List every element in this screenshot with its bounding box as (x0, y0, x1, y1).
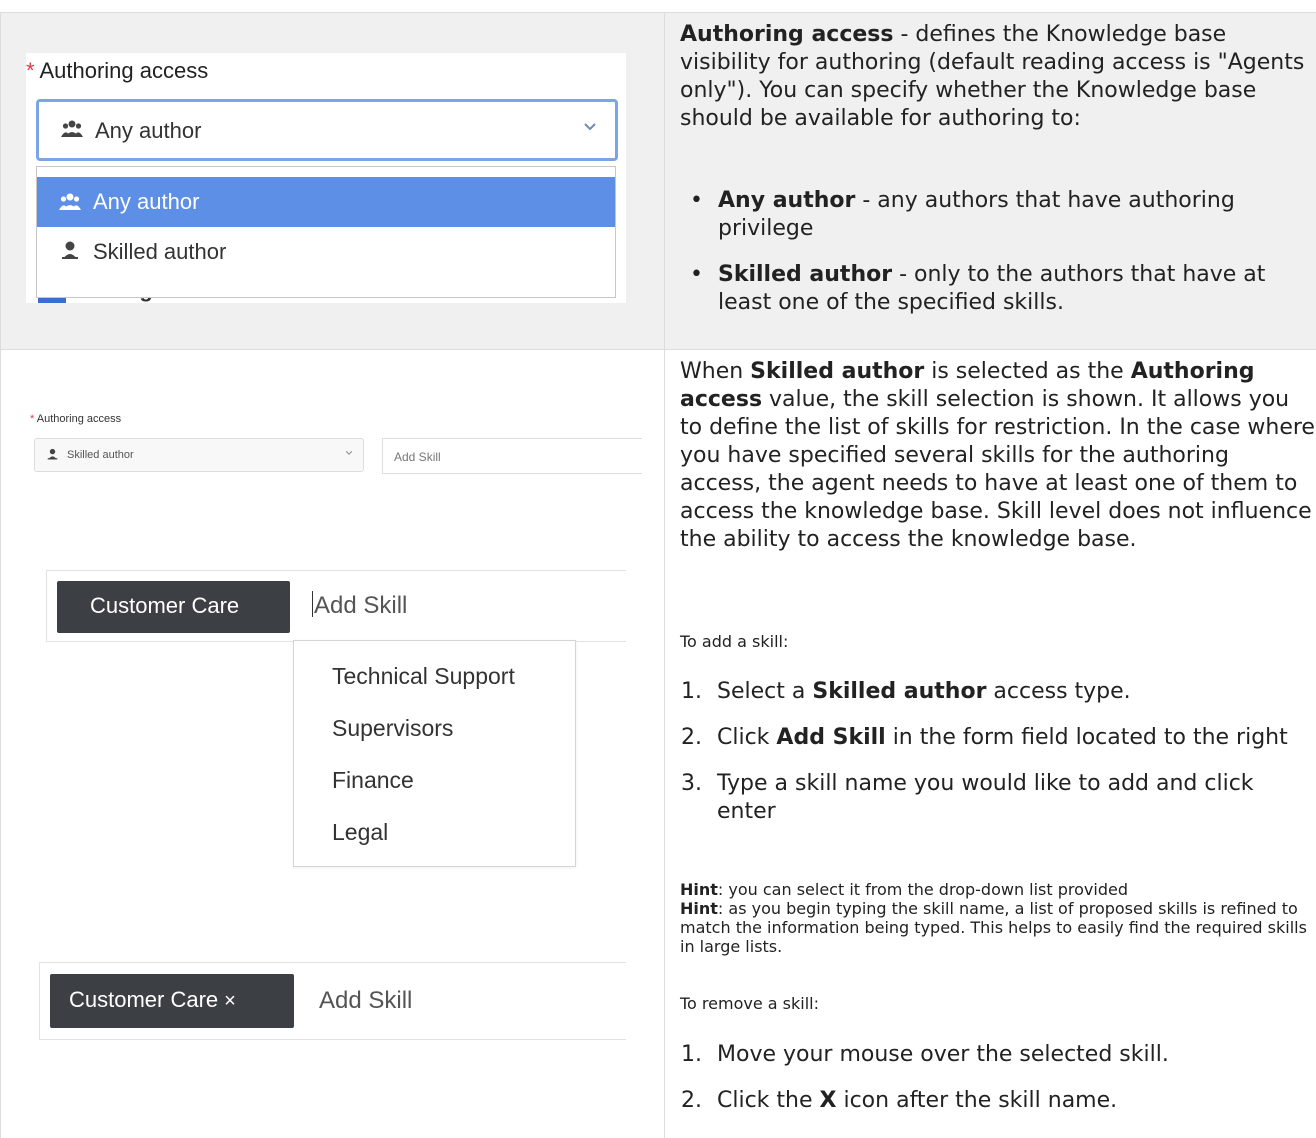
field-label: * Authoring access (30, 413, 121, 425)
description-cell: When Skilled author is selected as the A… (665, 350, 1316, 1138)
text: When (680, 359, 751, 384)
field-label-text: Authoring access (39, 58, 209, 83)
skill-suggestion-list: Technical Support Supervisors Finance Le… (293, 640, 576, 867)
hint-label: Hint (680, 880, 718, 899)
required-mark: * (30, 413, 35, 425)
text: Click the (717, 1088, 820, 1113)
term: X (819, 1088, 837, 1113)
skill-tag-label: Customer Care (69, 987, 219, 1012)
skill-input-box[interactable]: Customer Care × Add Skill (39, 962, 626, 1040)
text: access type. (986, 679, 1131, 704)
table-row-authoring-access: * Authoring access Any author Voting all… (0, 12, 1316, 350)
field-label: * Authoring access (26, 58, 208, 84)
hint-label: Hint (680, 899, 718, 918)
chevron-down-icon (583, 116, 597, 137)
skill-tag-label: Customer Care (90, 593, 240, 618)
add-skill-heading: To add a skill: (680, 632, 789, 651)
hint-text: : as you begin typing the skill name, a … (680, 899, 1307, 956)
required-mark: * (26, 58, 35, 83)
authoring-access-select[interactable]: Any author (36, 99, 618, 161)
step-number: 1. (681, 1042, 702, 1067)
field-label-text: Authoring access (36, 413, 122, 425)
select-value: Any author (95, 118, 202, 143)
list-item: Any author - any authors that have autho… (685, 187, 1315, 243)
text: Click (717, 725, 777, 750)
skill-tag[interactable]: Customer Care (57, 581, 290, 633)
list-item: 2. Click the X icon after the skill name. (681, 1087, 1311, 1115)
person-icon (61, 240, 79, 265)
option-any-author[interactable]: Any author (37, 177, 615, 227)
authoring-access-select[interactable]: Skilled author (34, 438, 364, 472)
select-value: Skilled author (67, 449, 134, 461)
hint-block: Hint: you can select it from the drop-do… (680, 880, 1316, 956)
text: in the form field located to the right (885, 725, 1288, 750)
term: Skilled author (718, 262, 893, 287)
authoring-access-description: Authoring access - defines the Knowledge… (680, 21, 1310, 133)
list-item: Skilled author - only to the authors tha… (685, 261, 1315, 317)
add-skill-input[interactable]: Add Skill (319, 987, 412, 1015)
people-icon (59, 192, 81, 217)
chevron-down-icon (345, 448, 353, 459)
dropdown-menu: Any author Skilled author (36, 166, 616, 298)
text: is selected as the (924, 359, 1131, 384)
text: Type a skill name you would like to add … (717, 771, 1254, 824)
text: Move your mouse over the selected skill. (717, 1042, 1169, 1067)
add-skill-input[interactable]: Add Skill (382, 438, 642, 474)
list-item: 3. Type a skill name you would like to ad… (681, 770, 1311, 826)
option-label: Any author (93, 189, 200, 214)
remove-skill-steps: 1. Move your mouse over the selected skil… (681, 1041, 1311, 1115)
remove-skill-heading: To remove a skill: (680, 994, 819, 1013)
step-number: 2. (681, 1088, 702, 1113)
text: icon after the skill name. (836, 1088, 1118, 1113)
list-item: 1. Select a Skilled author access type. (681, 678, 1311, 706)
access-type-list: Any author - any authors that have autho… (685, 187, 1315, 317)
screenshot-cell: * Authoring access Any author Voting all… (0, 13, 665, 350)
skill-option[interactable]: Legal (332, 819, 388, 846)
term: Add Skill (776, 725, 886, 750)
add-skill-steps: 1. Select a Skilled author access type. 2… (681, 678, 1311, 826)
placeholder: Add Skill (314, 592, 408, 619)
screenshot-cell: * Authoring access Skilled author Add Sk… (0, 350, 665, 1138)
list-item: 2. Click Add Skill in the form field loca… (681, 724, 1311, 752)
skill-tag-content: Customer Care × (69, 987, 236, 1013)
hint-text: : you can select it from the drop-down l… (717, 880, 1128, 899)
person-icon (47, 448, 58, 463)
skill-tag[interactable]: Customer Care × (50, 974, 294, 1028)
text: Select a (717, 679, 813, 704)
add-skill-input[interactable]: Add Skill (312, 591, 407, 620)
skill-option[interactable]: Technical Support (332, 663, 515, 690)
step-number: 2. (681, 725, 702, 750)
close-icon[interactable]: × (224, 990, 236, 1012)
option-skilled-author[interactable]: Skilled author (37, 227, 615, 277)
skill-selection-description: When Skilled author is selected as the A… (680, 358, 1315, 554)
term: Skilled author (812, 679, 987, 704)
skill-option[interactable]: Supervisors (332, 715, 453, 742)
authoring-access-dropdown-screenshot: * Authoring access Any author Voting all… (26, 53, 626, 303)
people-icon (61, 119, 83, 144)
placeholder: Add Skill (394, 450, 441, 464)
text-caret (312, 591, 313, 617)
table-row-skills: * Authoring access Skilled author Add Sk… (0, 349, 1316, 1138)
description-cell: Authoring access - defines the Knowledge… (665, 13, 1316, 350)
list-item: 1. Move your mouse over the selected skil… (681, 1041, 1311, 1069)
term: Skilled author (750, 359, 925, 384)
term: Authoring access (680, 22, 894, 47)
text: value, the skill selection is shown. It … (680, 387, 1315, 552)
term: Any author (718, 188, 856, 213)
step-number: 3. (681, 771, 702, 796)
option-label: Skilled author (93, 239, 227, 264)
skill-input-box[interactable]: Customer Care Add Skill (46, 570, 626, 642)
skill-option[interactable]: Finance (332, 767, 414, 794)
step-number: 1. (681, 679, 702, 704)
